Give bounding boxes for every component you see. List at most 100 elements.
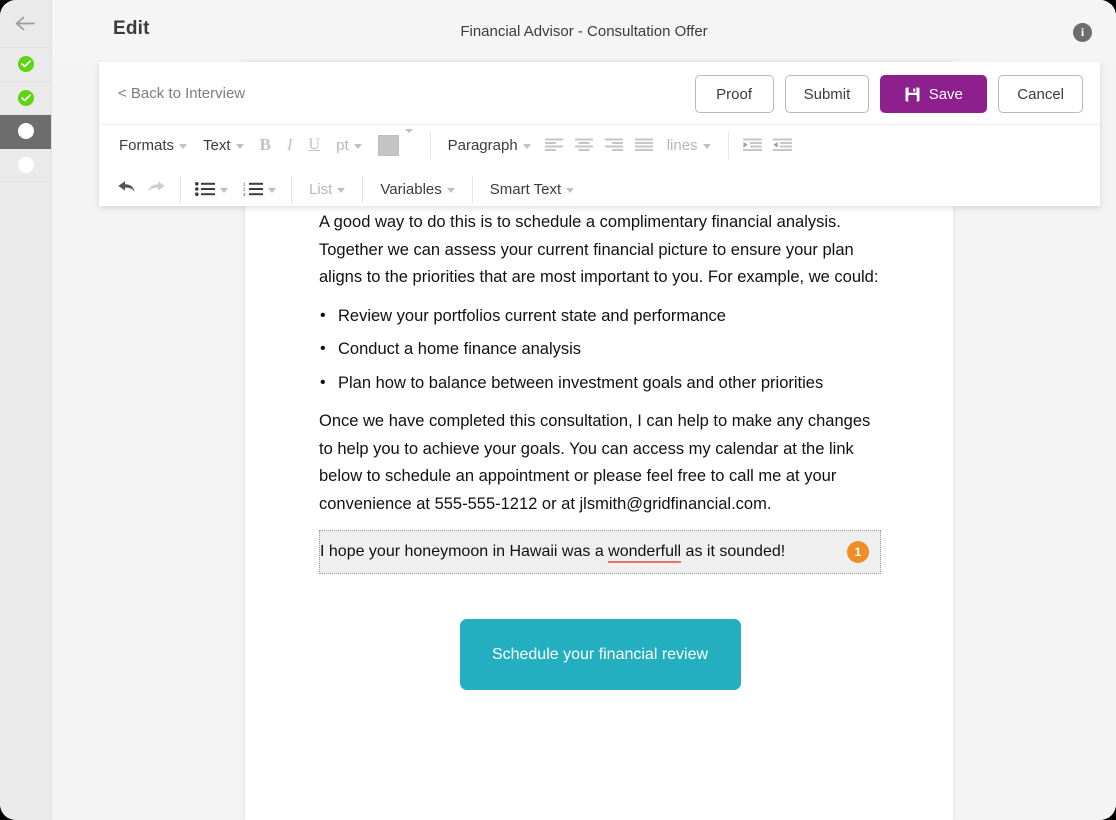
variables-dropdown-label: Variables — [380, 180, 442, 198]
align-center-button[interactable] — [569, 131, 599, 159]
bullet-list-button[interactable] — [190, 175, 220, 203]
font-size-dropdown[interactable]: pt — [328, 130, 370, 160]
sidebar-step-3-active[interactable] — [0, 115, 51, 149]
toolbar-formatting-row: Formats Text B I U pt Paragraph lines — [99, 125, 1100, 165]
redo-button[interactable] — [141, 175, 171, 203]
svg-text:3: 3 — [243, 192, 246, 196]
toolbar-action-buttons: Proof Submit Save Cancel — [694, 75, 1083, 113]
check-circle-icon — [17, 89, 34, 106]
save-button[interactable]: Save — [880, 75, 988, 113]
toolbar-divider — [429, 131, 431, 159]
bold-button[interactable]: B — [252, 130, 279, 160]
app-header: Edit Financial Advisor - Consultation Of… — [52, 0, 1116, 62]
submit-button[interactable]: Submit — [784, 75, 870, 113]
align-justify-button[interactable] — [629, 131, 659, 159]
schedule-review-button[interactable]: Schedule your financial review — [459, 619, 741, 690]
smart-text-dropdown[interactable]: Smart Text — [482, 174, 582, 204]
list-dropdown-label: List — [309, 180, 333, 198]
numbered-list-button[interactable]: 1 2 3 — [238, 175, 268, 203]
toolbar-divider — [291, 175, 292, 203]
cancel-button[interactable]: Cancel — [998, 75, 1083, 113]
grammar-suggestion-box[interactable]: I hope your honeymoon in Hawaii was a wo… — [319, 530, 881, 574]
suggestion-text-before: I hope your honeymoon in Hawaii was a — [320, 543, 609, 560]
toolbar-divider — [727, 131, 729, 159]
chevron-down-icon — [446, 188, 455, 193]
formats-dropdown-label: Formats — [119, 136, 175, 154]
align-right-button[interactable] — [599, 131, 629, 159]
numbered-list-icon: 1 2 3 — [243, 182, 263, 196]
list-item: Plan how to balance between investment g… — [319, 369, 881, 398]
save-disk-icon — [905, 87, 920, 102]
list-item: Conduct a home finance analysis — [319, 335, 881, 364]
document-body[interactable]: may make sense for us to review your fin… — [319, 143, 881, 690]
text-color-swatch[interactable] — [377, 134, 399, 156]
sidebar-step-1[interactable] — [0, 48, 51, 82]
bullet-list: Review your portfolios current state and… — [319, 302, 881, 398]
editor-toolbar-panel: < Back to Interview Proof Submit Save Ca… — [99, 62, 1100, 206]
indent-button[interactable] — [738, 131, 768, 159]
toolbar-divider — [471, 175, 473, 203]
paragraph-dropdown[interactable]: Paragraph — [440, 130, 539, 160]
align-left-icon — [544, 138, 563, 152]
undo-arrow-icon — [117, 181, 136, 197]
bullet-list-icon — [195, 182, 215, 196]
text-style-dropdown-label: Text — [203, 136, 231, 154]
chevron-down-icon[interactable] — [268, 188, 276, 193]
chevron-down-icon[interactable] — [220, 188, 228, 193]
chevron-down-icon — [702, 144, 711, 149]
smart-text-dropdown-label: Smart Text — [489, 180, 562, 198]
dot-icon — [17, 123, 34, 140]
chevron-down-icon — [353, 144, 362, 149]
indent-increase-icon — [743, 138, 763, 152]
suggestion-sentence: I hope your honeymoon in Hawaii was a wo… — [320, 530, 785, 574]
align-center-icon — [574, 138, 593, 152]
underline-button[interactable]: U — [301, 130, 329, 160]
cta-container: Schedule your financial review — [319, 619, 881, 690]
check-circle-icon — [17, 56, 34, 73]
sidebar-step-2[interactable] — [0, 81, 51, 115]
arrow-left-icon — [15, 16, 36, 31]
list-item: Review your portfolios current state and… — [319, 302, 881, 331]
dot-icon — [17, 156, 34, 173]
outdent-button[interactable] — [768, 131, 798, 159]
line-spacing-label: lines — [666, 136, 698, 154]
toolbar-secondary-row: 1 2 3 List Variables Smart Text — [99, 169, 1100, 209]
chevron-down-icon — [566, 188, 575, 193]
line-spacing-dropdown[interactable]: lines — [659, 130, 719, 160]
chevron-down-icon — [235, 144, 244, 149]
paragraph-closing: Once we have completed this consultation… — [319, 412, 871, 513]
indent-decrease-icon — [773, 138, 793, 152]
paragraph-dropdown-label: Paragraph — [447, 136, 518, 154]
chevron-down-icon — [522, 144, 531, 149]
text-style-dropdown[interactable]: Text — [195, 130, 252, 160]
chevron-down-icon — [404, 128, 413, 133]
proof-button[interactable]: Proof — [694, 75, 774, 113]
undo-button[interactable] — [111, 175, 141, 203]
list-dropdown[interactable]: List — [301, 174, 353, 204]
align-right-icon — [604, 138, 623, 152]
variables-dropdown[interactable]: Variables — [372, 174, 462, 204]
align-left-button[interactable] — [539, 131, 569, 159]
back-to-interview-link[interactable]: < Back to Interview — [118, 85, 245, 102]
toolbar-header-row: < Back to Interview Proof Submit Save Ca… — [99, 62, 1100, 125]
suggestion-text-after: as it sounded! — [681, 543, 786, 560]
italic-button[interactable]: I — [279, 130, 301, 160]
paragraph-2: A good way to do this is to schedule a c… — [319, 213, 879, 286]
toolbar-divider — [180, 175, 181, 203]
document-title: Financial Advisor - Consultation Offer — [460, 23, 708, 40]
text-color-picker[interactable] — [370, 128, 421, 156]
application-window: Edit Financial Advisor - Consultation Of… — [0, 0, 1116, 820]
toolbar-divider — [362, 175, 364, 203]
save-button-label: Save — [928, 85, 963, 103]
step-sidebar — [0, 0, 52, 820]
info-icon[interactable]: i — [1073, 23, 1092, 42]
formats-dropdown[interactable]: Formats — [111, 130, 195, 160]
align-justify-icon — [634, 138, 653, 152]
sidebar-step-4[interactable] — [0, 148, 51, 182]
font-size-label: pt — [336, 136, 349, 154]
back-arrow-button[interactable] — [0, 0, 51, 48]
status-badge[interactable]: 1 — [847, 541, 869, 563]
flagged-word[interactable]: wonderfull — [608, 543, 682, 563]
chevron-down-icon — [179, 144, 188, 149]
redo-arrow-icon — [147, 181, 166, 197]
